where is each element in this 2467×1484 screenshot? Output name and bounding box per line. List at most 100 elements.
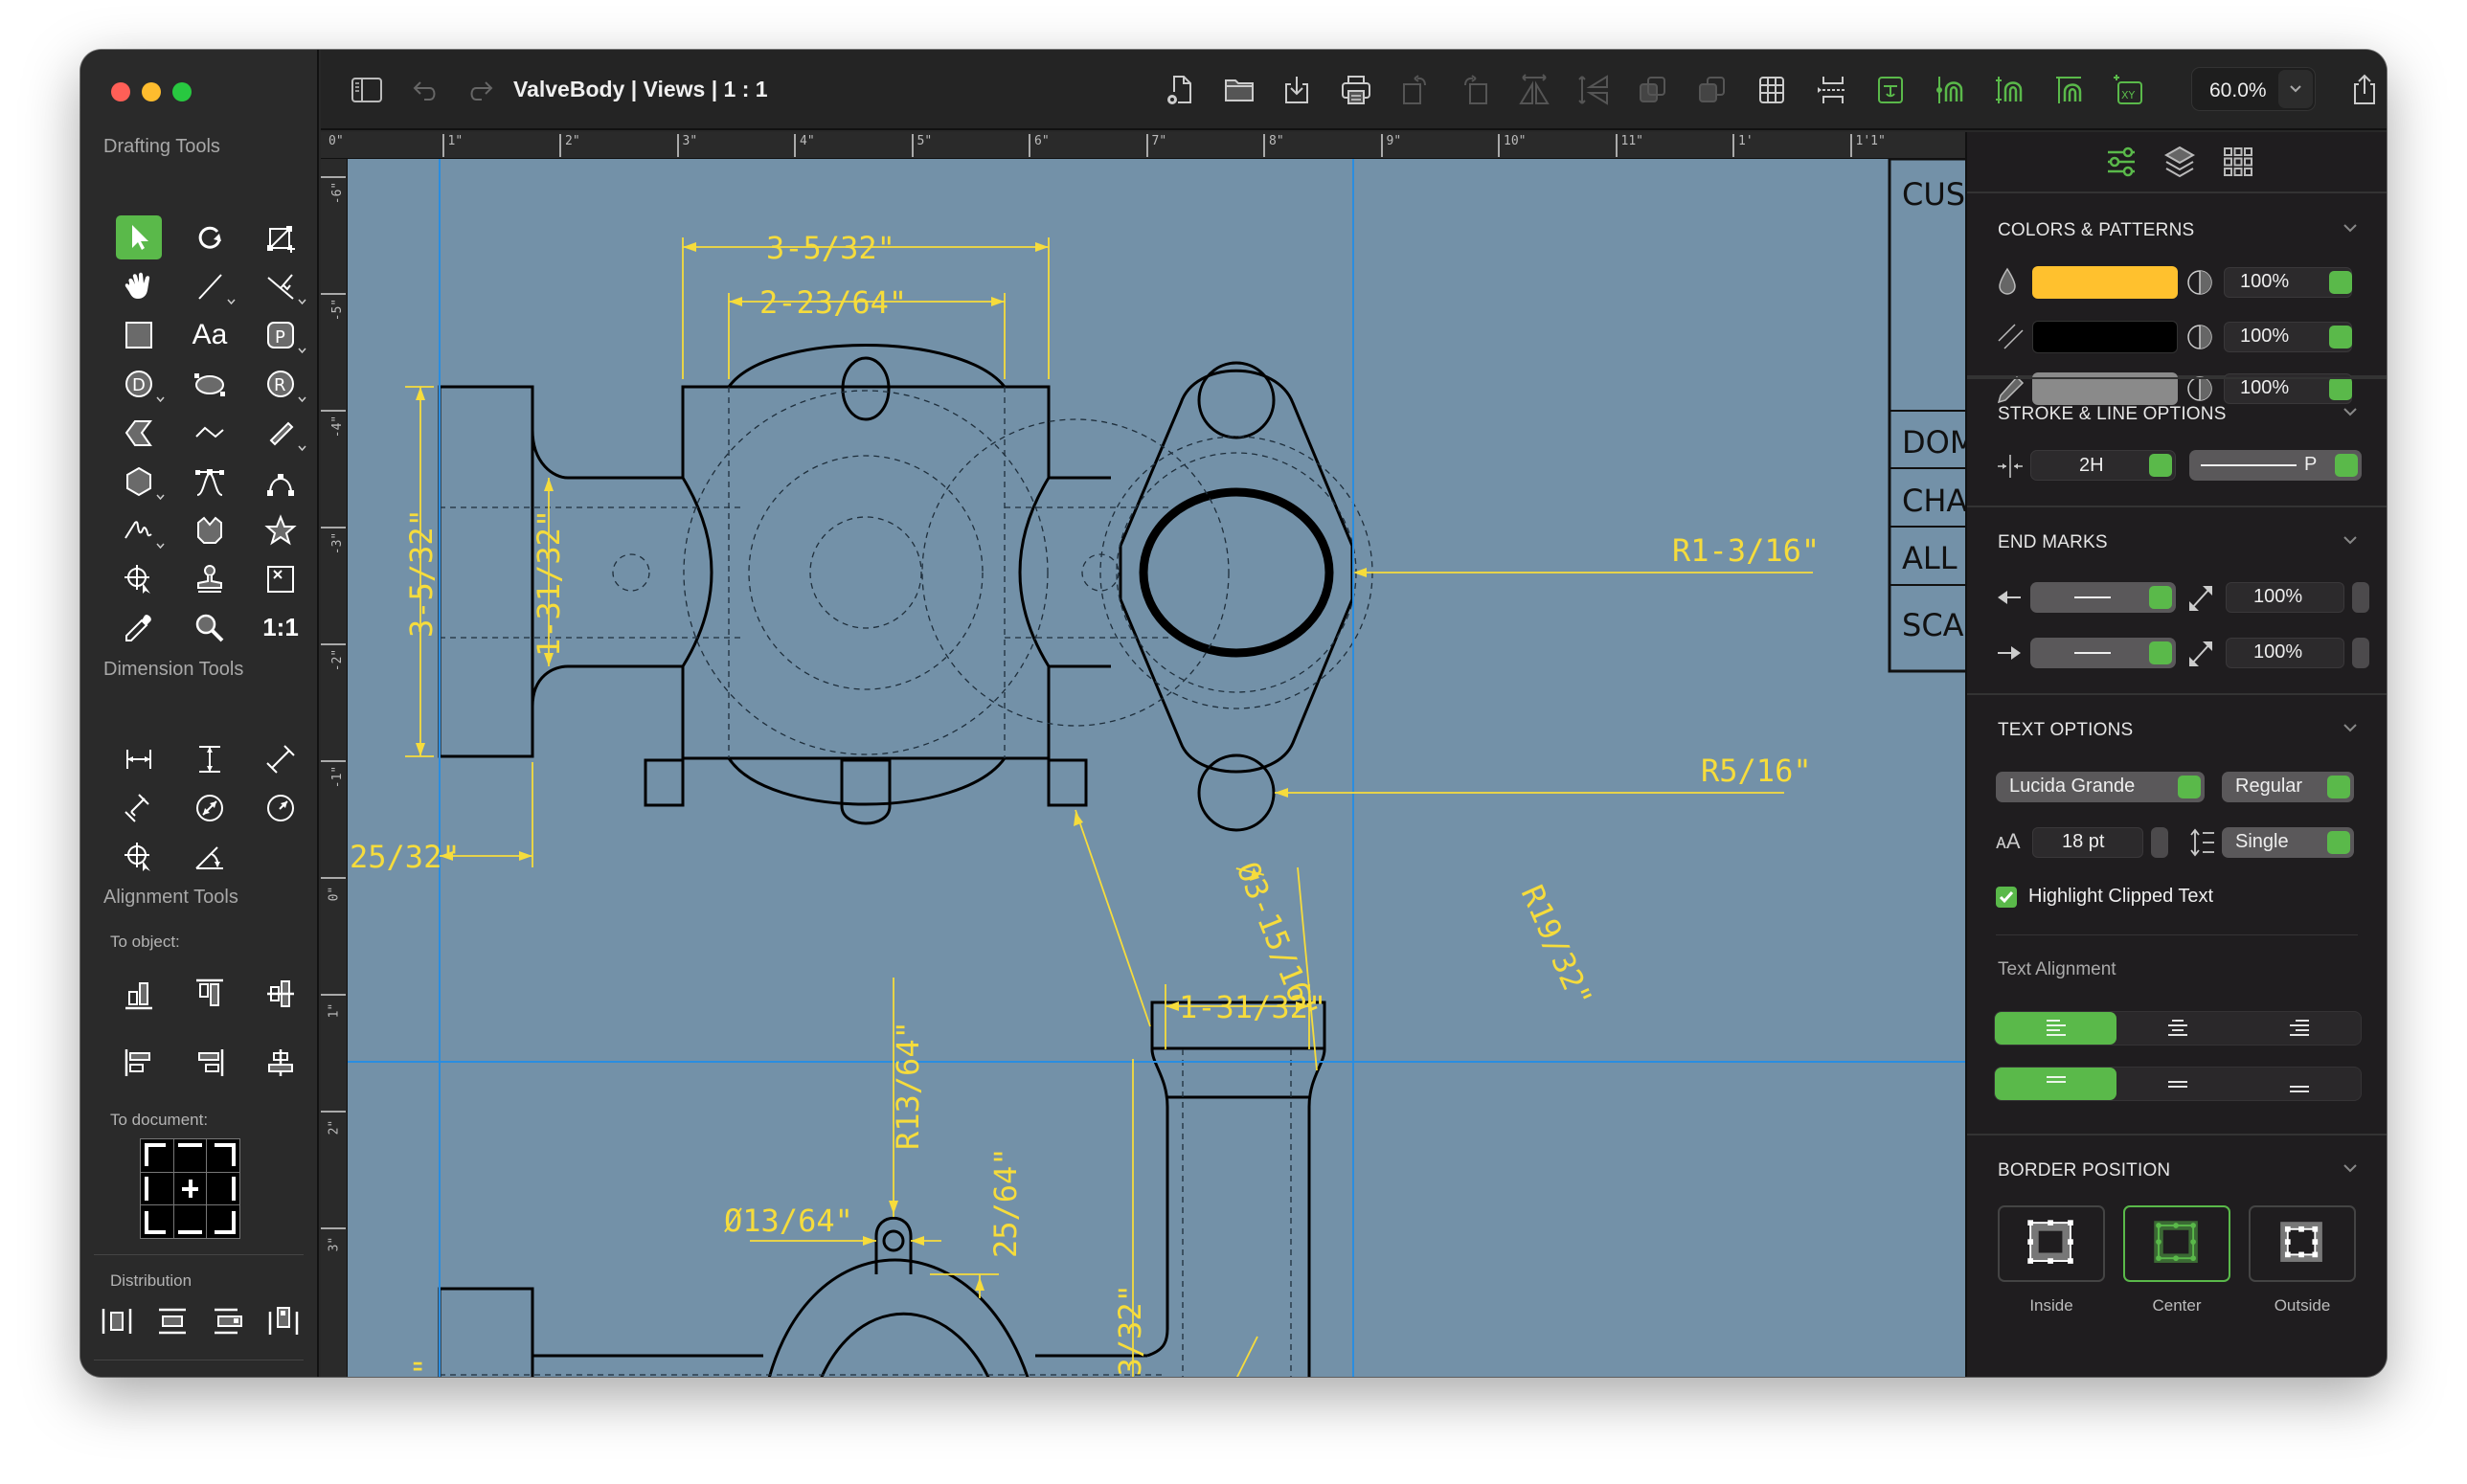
align-doc-top-left[interactable] <box>141 1139 173 1172</box>
pattern-opacity-slider-button[interactable] <box>2329 326 2352 349</box>
tool-hand[interactable] <box>103 261 174 310</box>
tool-arc[interactable] <box>245 457 316 506</box>
close-button[interactable] <box>111 82 130 101</box>
layers-icon[interactable] <box>2161 144 2198 180</box>
align-doc-bottom-right[interactable] <box>207 1205 239 1238</box>
horizontal-ruler[interactable]: 0" 1" 2" 3" 4" 5" 6" 7" 8" 9" 10" 11" 1' 1'1" <box>321 132 1965 159</box>
tool-crown[interactable] <box>174 506 245 554</box>
start-scale-stepper[interactable] <box>2352 582 2369 613</box>
distribute-horizontal-icon[interactable] <box>100 1304 134 1338</box>
valign-middle-button[interactable] <box>2116 1068 2238 1100</box>
attach-top-icon[interactable] <box>2051 73 2086 107</box>
tool-perpendicular[interactable] <box>245 261 316 310</box>
tool-diameter-dimension[interactable] <box>174 783 245 832</box>
tool-star[interactable] <box>245 506 316 554</box>
distribute-top-icon[interactable] <box>266 1304 301 1338</box>
end-scale-field[interactable]: 100% <box>2226 638 2344 668</box>
tool-vertical-dimension[interactable] <box>174 734 245 783</box>
tool-polygon-p[interactable]: P <box>245 310 316 359</box>
chevron-down-icon[interactable] <box>2343 1162 2358 1174</box>
tool-perpendicular-dimension[interactable] <box>103 783 174 832</box>
line-style-stepper[interactable] <box>2335 454 2358 477</box>
align-doc-bottom-left[interactable] <box>141 1205 173 1238</box>
zoom-dropdown-button[interactable] <box>2278 70 2313 108</box>
tool-ellipse[interactable] <box>174 359 245 408</box>
tool-actual-size[interactable]: 1:1 <box>245 603 316 652</box>
tool-circle-radius[interactable]: R <box>245 359 316 408</box>
border-inside-button[interactable] <box>1998 1205 2105 1282</box>
zoom-level-select[interactable]: 60.0% <box>2191 67 2316 111</box>
align-left-button[interactable] <box>1995 1012 2117 1045</box>
align-right-button[interactable] <box>2239 1012 2361 1045</box>
print-icon[interactable] <box>1339 73 1373 107</box>
distribute-right-icon[interactable] <box>211 1304 245 1338</box>
font-size-field[interactable]: 18 pt <box>2032 827 2143 858</box>
tool-select[interactable] <box>103 213 174 261</box>
send-backward-icon[interactable] <box>1695 73 1730 107</box>
text-frame-icon[interactable] <box>1873 73 1908 107</box>
tool-radius-dimension[interactable] <box>245 783 316 832</box>
tool-rotate[interactable] <box>174 213 245 261</box>
font-family-select[interactable]: Lucida Grande <box>1996 772 2205 802</box>
zoom-button[interactable] <box>172 82 192 101</box>
fill-opacity-slider-button[interactable] <box>2329 271 2352 294</box>
start-scale-field[interactable]: 100% <box>2226 582 2344 613</box>
font-family-stepper[interactable] <box>2178 776 2201 798</box>
valign-bottom-button[interactable] <box>2239 1068 2361 1100</box>
align-doc-middle-right[interactable] <box>207 1172 239 1205</box>
tool-resize[interactable] <box>245 213 316 261</box>
border-center-button[interactable] <box>2123 1205 2230 1282</box>
rotate-left-icon[interactable] <box>1398 73 1433 107</box>
font-style-stepper[interactable] <box>2327 776 2350 798</box>
tool-placeholder[interactable] <box>245 554 316 603</box>
chevron-down-icon[interactable] <box>2343 222 2358 234</box>
end-scale-stepper[interactable] <box>2352 638 2369 668</box>
tool-eyedropper[interactable] <box>103 603 174 652</box>
undo-icon[interactable] <box>409 73 443 107</box>
fill-color-swatch[interactable] <box>2032 266 2178 299</box>
tool-target-select[interactable] <box>103 554 174 603</box>
sidebar-toggle-icon[interactable] <box>350 73 384 107</box>
tool-align-center[interactable] <box>245 1028 316 1097</box>
tool-text[interactable]: Aa <box>174 310 245 359</box>
align-doc-middle-left[interactable] <box>141 1172 173 1205</box>
align-doc-bottom-center[interactable] <box>173 1205 207 1238</box>
import-icon[interactable] <box>1279 73 1314 107</box>
align-doc-top-center[interactable] <box>173 1139 207 1172</box>
tool-align-top[interactable] <box>174 959 245 1028</box>
share-icon[interactable] <box>2347 73 2382 107</box>
end-mark-stepper[interactable] <box>2149 641 2172 664</box>
chevron-down-icon[interactable] <box>2343 722 2358 733</box>
document-settings-icon[interactable] <box>1163 73 1197 107</box>
properties-sliders-icon[interactable] <box>2103 144 2139 180</box>
open-folder-icon[interactable] <box>1222 73 1256 107</box>
tool-hexagon[interactable] <box>103 457 174 506</box>
break-line-icon[interactable] <box>1814 73 1848 107</box>
tool-align-middle[interactable] <box>245 959 316 1028</box>
tool-aligned-dimension[interactable] <box>245 734 316 783</box>
attach-point-icon[interactable] <box>1933 73 1967 107</box>
tool-horizontal-dimension[interactable] <box>103 734 174 783</box>
tool-chevron[interactable] <box>103 408 174 457</box>
bring-forward-icon[interactable] <box>1636 73 1670 107</box>
highlight-clipped-checkbox[interactable] <box>1996 887 2017 908</box>
chevron-down-icon[interactable] <box>2343 406 2358 417</box>
tool-center-mark[interactable] <box>103 832 174 881</box>
pattern-color-swatch[interactable] <box>2032 321 2178 353</box>
table-grid-icon[interactable] <box>1754 73 1789 107</box>
vertical-ruler[interactable]: -6" -5" -4" -3" -2" -1" 0" 1" 2" 3" <box>321 159 348 1377</box>
tool-circle-diameter[interactable]: D <box>103 359 174 408</box>
align-center-button[interactable] <box>2116 1012 2238 1045</box>
distribute-vertical-icon[interactable] <box>155 1304 190 1338</box>
border-outside-button[interactable] <box>2249 1205 2356 1282</box>
start-mark-stepper[interactable] <box>2149 586 2172 609</box>
tool-freehand[interactable] <box>103 506 174 554</box>
drawing-canvas[interactable]: CUS DOM CHA ALL SCA 3-5/32" 2-23/64" 3-5… <box>348 159 1965 1377</box>
library-grid-icon[interactable] <box>2220 144 2256 180</box>
stroke-weight-dropdown[interactable] <box>2149 454 2172 477</box>
tool-rectangle[interactable] <box>103 310 174 359</box>
rotate-right-icon[interactable] <box>1458 73 1492 107</box>
font-size-stepper[interactable] <box>2151 827 2168 858</box>
tool-line[interactable] <box>174 261 245 310</box>
flip-horizontal-icon[interactable] <box>1517 73 1551 107</box>
